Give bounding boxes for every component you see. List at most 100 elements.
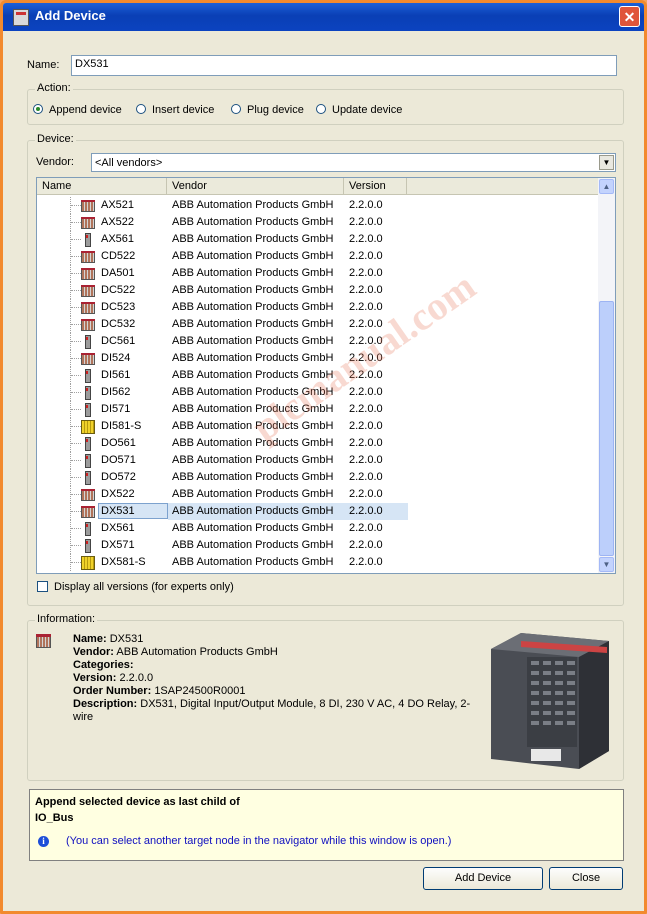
device-name: DI561 [101,369,131,381]
device-vendor: ABB Automation Products GmbH [172,522,334,534]
device-row[interactable]: DX561 ABB Automation Products GmbH 2.2.0.0 [37,520,599,537]
vendor-label: Vendor: [36,156,74,168]
device-module-icon [80,555,96,570]
column-header-version[interactable]: Version [344,178,407,194]
device-version: 2.2.0.0 [349,250,383,262]
radio-append-device[interactable]: Append device [33,104,122,116]
action-group-label: Action: [35,82,73,94]
device-name: DO571 [101,454,136,466]
device-information-text: Name: DX531 Vendor: ABB Automation Produ… [73,633,471,723]
device-version: 2.2.0.0 [349,437,383,449]
device-row[interactable]: DI581-S ABB Automation Products GmbH 2.2.0… [37,418,599,435]
device-module-icon [80,232,96,247]
device-module-icon [80,453,96,468]
device-name: DI581-S [101,420,142,432]
device-version: 2.2.0.0 [349,556,383,568]
device-row[interactable]: DO572 ABB Automation Products GmbH 2.2.0.0 [37,469,599,486]
device-module-icon [80,317,96,332]
radio-insert-device[interactable]: Insert device [136,104,214,116]
device-module-icon [80,198,96,213]
device-row[interactable]: CD522 ABB Automation Products GmbH 2.2.0.0 [37,248,599,265]
device-row[interactable]: DX571 ABB Automation Products GmbH 2.2.0.0 [37,537,599,554]
device-image [491,633,609,769]
device-row[interactable]: AX561 ABB Automation Products GmbH 2.2.0.0 [37,231,599,248]
device-row[interactable]: AX522 ABB Automation Products GmbH 2.2.0.0 [37,214,599,231]
radio-plug-device[interactable]: Plug device [231,104,304,116]
close-window-button[interactable]: ✕ [619,6,640,27]
scroll-thumb[interactable] [599,301,614,556]
device-name: DX531 [101,505,135,517]
device-row[interactable]: AX521 ABB Automation Products GmbH 2.2.0.0 [37,197,599,214]
display-all-versions-checkbox[interactable]: Display all versions (for experts only) [37,580,234,593]
device-version: 2.2.0.0 [349,505,383,517]
device-vendor: ABB Automation Products GmbH [172,556,334,568]
device-row[interactable]: DO561 ABB Automation Products GmbH 2.2.0.0 [37,435,599,452]
device-version: 2.2.0.0 [349,233,383,245]
device-module-icon [80,419,96,434]
device-module-icon [80,504,96,519]
device-row[interactable]: DO571 ABB Automation Products GmbH 2.2.0.0 [37,452,599,469]
column-header-vendor[interactable]: Vendor [167,178,344,194]
device-module-icon [80,266,96,281]
device-vendor: ABB Automation Products GmbH [172,471,334,483]
column-header-name[interactable]: Name [37,178,167,194]
checkbox-box [37,580,48,592]
device-version: 2.2.0.0 [349,488,383,500]
device-module-icon [80,334,96,349]
scroll-down-icon[interactable]: ▼ [599,557,614,572]
device-row[interactable]: DC561 ABB Automation Products GmbH 2.2.0.0 [37,333,599,350]
device-name: DC532 [101,318,136,330]
device-vendor: ABB Automation Products GmbH [172,539,334,551]
name-label: Name: [27,59,60,71]
device-name: DI524 [101,352,131,364]
device-module-icon [80,436,96,451]
radio-indicator [316,104,326,115]
add-device-dialog: Add Device ✕ Name: DX531 Action: Append … [0,0,647,914]
device-name: DO572 [101,471,136,483]
scroll-up-icon[interactable]: ▲ [599,179,614,194]
device-vendor: ABB Automation Products GmbH [172,318,334,330]
device-version: 2.2.0.0 [349,420,383,432]
message-hint: (You can select another target node in t… [66,835,452,847]
device-vendor: ABB Automation Products GmbH [172,301,334,313]
message-line-1: Append selected device as last child of [35,796,240,808]
chevron-down-icon[interactable]: ▼ [599,155,614,170]
device-vendor: ABB Automation Products GmbH [172,284,334,296]
device-module-icon [80,351,96,366]
information-group-label: Information: [35,613,98,625]
device-name: DA501 [101,267,135,279]
device-module-icon [80,215,96,230]
device-module-icon [80,470,96,485]
device-module-icon [80,402,96,417]
close-button[interactable]: Close [549,867,623,890]
window-title: Add Device [35,8,106,23]
device-module-icon [80,249,96,264]
device-version: 2.2.0.0 [349,471,383,483]
device-row[interactable]: DC532 ABB Automation Products GmbH 2.2.0.0 [37,316,599,333]
device-row[interactable]: DA501 ABB Automation Products GmbH 2.2.0.0 [37,265,599,282]
device-vendor: ABB Automation Products GmbH [172,505,334,517]
name-input[interactable]: DX531 [71,55,617,76]
radio-indicator [136,104,146,115]
title-bar[interactable]: Add Device ✕ [3,3,644,31]
device-row[interactable]: DC523 ABB Automation Products GmbH 2.2.0.0 [37,299,599,316]
vertical-scrollbar[interactable]: ▲ ▼ [598,178,615,573]
vendor-select-value: <All vendors> [95,157,163,169]
add-device-button[interactable]: Add Device [423,867,543,890]
device-version: 2.2.0.0 [349,301,383,313]
radio-update-device[interactable]: Update device [316,104,402,116]
device-module-icon [80,283,96,298]
device-row[interactable]: DC522 ABB Automation Products GmbH 2.2.0.0 [37,282,599,299]
device-version: 2.2.0.0 [349,454,383,466]
device-name: DO561 [101,437,136,449]
device-vendor: ABB Automation Products GmbH [172,335,334,347]
device-row[interactable]: DX581-S ABB Automation Products GmbH 2.2.0… [37,554,599,571]
device-name: AX522 [101,216,135,228]
device-vendor: ABB Automation Products GmbH [172,267,334,279]
device-row[interactable]: DX531 ABB Automation Products GmbH 2.2.0.0 [37,503,599,520]
device-vendor: ABB Automation Products GmbH [172,250,334,262]
device-name: DI571 [101,403,131,415]
vendor-select[interactable]: <All vendors> ▼ [91,153,616,172]
device-list-header: Name Vendor Version [37,178,599,195]
device-row[interactable]: DX522 ABB Automation Products GmbH 2.2.0.0 [37,486,599,503]
